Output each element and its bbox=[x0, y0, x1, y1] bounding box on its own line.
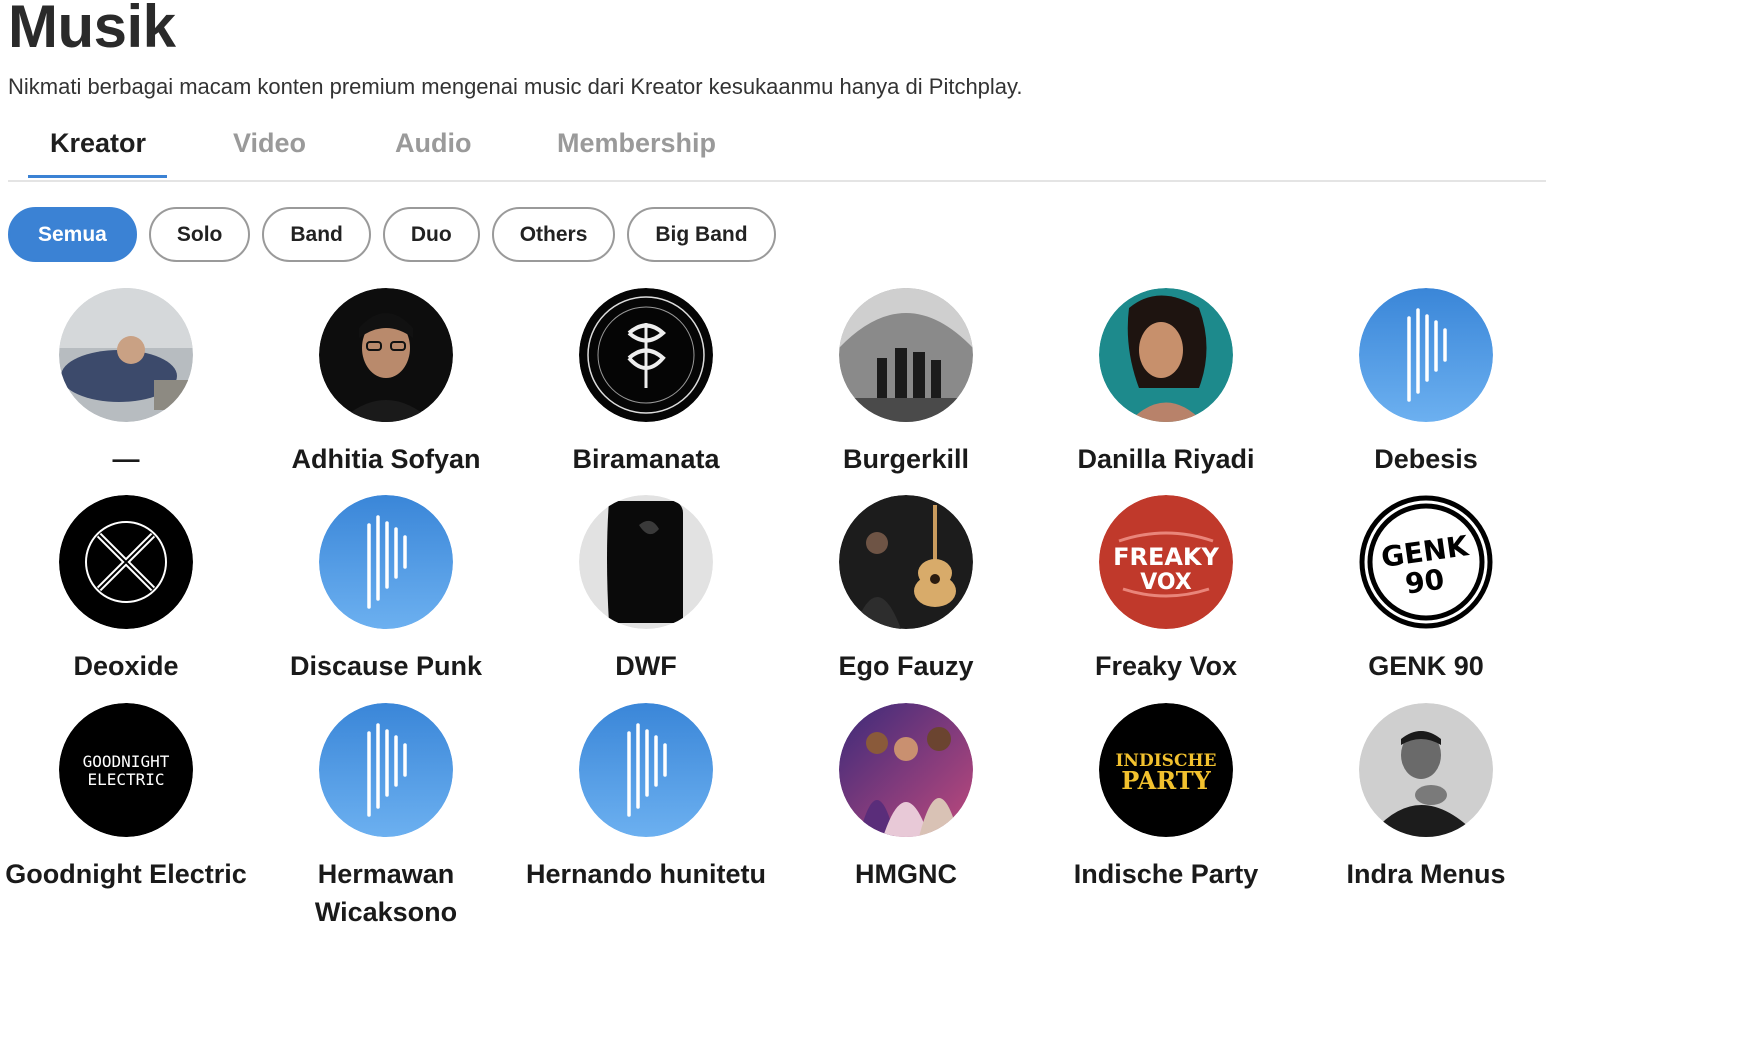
filter-big-band[interactable]: Big Band bbox=[627, 207, 776, 262]
creator-avatar[interactable] bbox=[1359, 703, 1493, 837]
creator-avatar[interactable] bbox=[839, 288, 973, 422]
svg-text:FREAKY: FREAKY bbox=[1113, 543, 1219, 571]
creator-card-adhitia-sofyan[interactable]: Adhitia Sofyan bbox=[260, 288, 512, 478]
creator-card-genk-90[interactable]: GENK 90 GENK 90 bbox=[1300, 495, 1552, 685]
content-tabs: Kreator Video Audio Membership bbox=[8, 118, 1546, 182]
page-title: Musik bbox=[8, 0, 176, 60]
creator-name[interactable]: Deoxide bbox=[0, 647, 252, 685]
tab-audio[interactable]: Audio bbox=[395, 128, 471, 159]
active-tab-indicator bbox=[28, 175, 167, 178]
creator-avatar[interactable] bbox=[579, 288, 713, 422]
creator-name[interactable]: Indische Party bbox=[1040, 855, 1292, 893]
svg-text:PARTY: PARTY bbox=[1121, 766, 1211, 795]
creator-avatar[interactable] bbox=[59, 288, 193, 422]
creator-card-unnamed[interactable]: — bbox=[0, 288, 252, 478]
filter-solo[interactable]: Solo bbox=[148, 207, 251, 262]
filter-others[interactable]: Others bbox=[491, 207, 616, 262]
tab-video[interactable]: Video bbox=[233, 128, 306, 159]
creator-name[interactable]: Biramanata bbox=[520, 440, 772, 478]
page-subtitle: Nikmati berbagai macam konten premium me… bbox=[8, 74, 1023, 99]
creator-card-dwf[interactable]: DWF bbox=[520, 495, 772, 685]
filter-duo[interactable]: Duo bbox=[382, 207, 480, 262]
creator-avatar[interactable]: FREAKY VOX bbox=[1099, 495, 1233, 629]
creator-card-ego-fauzy[interactable]: Ego Fauzy bbox=[780, 495, 1032, 685]
creator-card-goodnight-electric[interactable]: GOODNIGHT ELECTRIC Goodnight Electric bbox=[0, 703, 252, 893]
creator-card-discause-punk[interactable]: Discause Punk bbox=[260, 495, 512, 685]
creator-name[interactable]: — bbox=[0, 440, 252, 478]
svg-text:VOX: VOX bbox=[1140, 570, 1192, 595]
creator-avatar[interactable] bbox=[579, 495, 713, 629]
creator-name[interactable]: Goodnight Electric bbox=[0, 855, 252, 893]
filter-chips: Semua Solo Band Duo Others Big Band bbox=[8, 207, 776, 262]
creator-name[interactable]: Ego Fauzy bbox=[780, 647, 1032, 685]
creator-name[interactable]: Debesis bbox=[1300, 440, 1552, 478]
creator-card-hermawan-wicaksono[interactable]: Hermawan Wicaksono bbox=[260, 703, 512, 931]
creator-avatar[interactable]: GOODNIGHT ELECTRIC bbox=[59, 703, 193, 837]
creator-name[interactable]: GENK 90 bbox=[1300, 647, 1552, 685]
creator-card-indische-party[interactable]: INDISCHE PARTY Indische Party bbox=[1040, 703, 1292, 893]
creator-avatar[interactable] bbox=[319, 288, 453, 422]
creator-avatar[interactable]: INDISCHE PARTY bbox=[1099, 703, 1233, 837]
creator-avatar[interactable] bbox=[59, 495, 193, 629]
creator-card-debesis[interactable]: Debesis bbox=[1300, 288, 1552, 478]
creator-card-deoxide[interactable]: Deoxide bbox=[0, 495, 252, 685]
creator-name[interactable]: Hermawan Wicaksono bbox=[260, 855, 512, 931]
pitchplay-logo-icon[interactable] bbox=[579, 703, 713, 837]
creator-card-hernando-hunitetu[interactable]: Hernando hunitetu bbox=[520, 703, 772, 893]
filter-band[interactable]: Band bbox=[262, 207, 371, 262]
creator-card-hmgnc[interactable]: HMGNC bbox=[780, 703, 1032, 893]
svg-text:90: 90 bbox=[1403, 563, 1446, 601]
tab-membership[interactable]: Membership bbox=[557, 128, 716, 159]
pitchplay-logo-icon[interactable] bbox=[319, 495, 453, 629]
creator-avatar[interactable] bbox=[839, 703, 973, 837]
creator-card-biramanata[interactable]: Biramanata bbox=[520, 288, 772, 478]
creator-card-indra-menus[interactable]: Indra Menus bbox=[1300, 703, 1552, 893]
creator-name[interactable]: Discause Punk bbox=[260, 647, 512, 685]
svg-text:ELECTRIC: ELECTRIC bbox=[87, 770, 164, 789]
creator-avatar[interactable] bbox=[839, 495, 973, 629]
pitchplay-logo-icon[interactable] bbox=[319, 703, 453, 837]
pitchplay-logo-icon[interactable] bbox=[1359, 288, 1493, 422]
creator-name[interactable]: Freaky Vox bbox=[1040, 647, 1292, 685]
creator-card-freaky-vox[interactable]: FREAKY VOX Freaky Vox bbox=[1040, 495, 1292, 685]
creator-card-burgerkill[interactable]: Burgerkill bbox=[780, 288, 1032, 478]
creator-name[interactable]: Burgerkill bbox=[780, 440, 1032, 478]
creator-avatar[interactable] bbox=[1099, 288, 1233, 422]
creator-name[interactable]: Adhitia Sofyan bbox=[260, 440, 512, 478]
tab-kreator[interactable]: Kreator bbox=[50, 128, 146, 159]
creator-avatar[interactable]: GENK 90 bbox=[1359, 495, 1493, 629]
creator-name[interactable]: Indra Menus bbox=[1300, 855, 1552, 893]
creator-card-danilla-riyadi[interactable]: Danilla Riyadi bbox=[1040, 288, 1292, 478]
creator-name[interactable]: Hernando hunitetu bbox=[520, 855, 772, 893]
creator-name[interactable]: HMGNC bbox=[780, 855, 1032, 893]
filter-semua[interactable]: Semua bbox=[8, 207, 137, 262]
svg-text:GOODNIGHT: GOODNIGHT bbox=[83, 752, 170, 771]
creator-name[interactable]: DWF bbox=[520, 647, 772, 685]
creator-name[interactable]: Danilla Riyadi bbox=[1040, 440, 1292, 478]
